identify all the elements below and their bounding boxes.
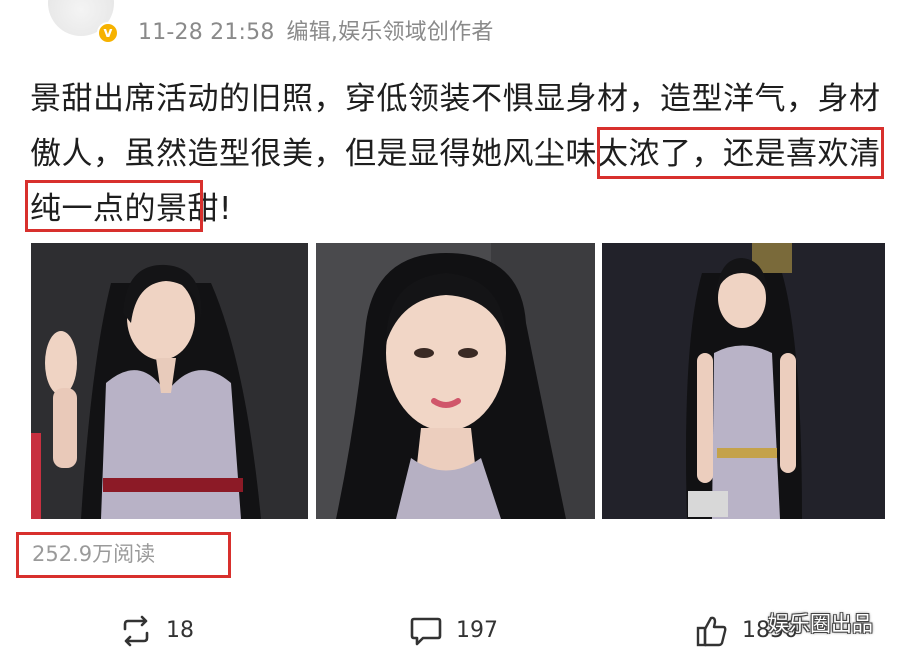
post-timestamp: 11-28 21:58 <box>138 20 275 45</box>
repost-icon <box>118 613 154 649</box>
repost-button[interactable]: 18 <box>118 608 194 653</box>
verified-badge-icon: v <box>97 22 119 44</box>
photo-woman-standing-icon <box>602 243 885 519</box>
highlight-box <box>25 180 203 232</box>
highlight-box <box>16 532 231 578</box>
highlight-box <box>597 127 884 179</box>
comment-icon <box>408 613 444 649</box>
post-header: v 11-28 21:58 编辑,娱乐领域创作者 <box>0 0 912 52</box>
post-source[interactable]: 编辑,娱乐领域创作者 <box>287 20 494 45</box>
comment-button[interactable]: 197 <box>408 608 498 653</box>
photo-woman-closeup-icon <box>316 243 595 519</box>
photo-thumbnail-2[interactable] <box>316 243 595 519</box>
repost-count: 18 <box>166 618 194 643</box>
watermark-text: 娱乐圈出品 <box>768 612 873 636</box>
photo-thumbnail-1[interactable] <box>31 243 308 519</box>
photo-woman-waving-icon <box>31 243 308 519</box>
post-meta: 11-28 21:58 编辑,娱乐领域创作者 <box>138 14 494 46</box>
comment-count: 197 <box>456 618 498 643</box>
thumbs-up-icon <box>694 613 730 649</box>
photo-thumbnail-3[interactable] <box>602 243 885 519</box>
photo-grid <box>31 243 885 519</box>
